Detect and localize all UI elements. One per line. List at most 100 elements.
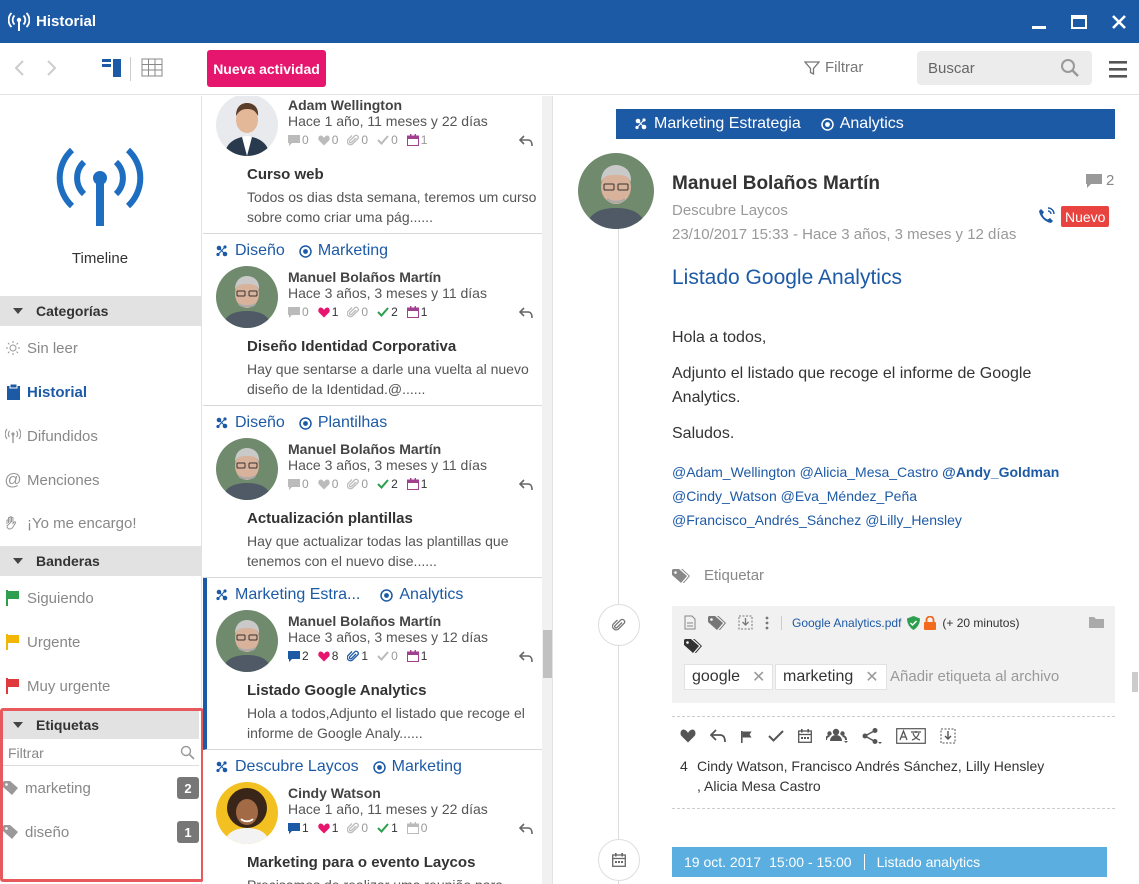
tag-item-diseno[interactable]: diseño 1: [3, 820, 199, 844]
avatar: [216, 782, 278, 844]
mentions-line[interactable]: @Francisco_Andrés_Sánchez @Lilly_Hensley: [672, 508, 1102, 532]
reply-icon[interactable]: [710, 729, 726, 743]
mentions-line[interactable]: @Cindy_Watson @Eva_Méndez_Peña: [672, 484, 1102, 508]
tag-icon: [3, 781, 19, 795]
reply-icon[interactable]: [518, 478, 533, 494]
list-view-icon[interactable]: [101, 57, 123, 82]
search-icon[interactable]: [1060, 58, 1080, 82]
flag-icon[interactable]: [740, 729, 754, 743]
categories-header[interactable]: Categorías: [0, 296, 202, 326]
shield-icon: [907, 615, 921, 630]
add-tag-input[interactable]: Añadir etiqueta al archivo: [890, 668, 1059, 685]
tags-filter-input[interactable]: [3, 744, 163, 761]
feed-scrollbar[interactable]: [542, 96, 553, 884]
divider: [672, 716, 1115, 717]
download-icon[interactable]: [940, 728, 956, 744]
category-icon: [215, 416, 229, 430]
collapse-icon: [13, 722, 23, 728]
remove-tag-icon[interactable]: ✕: [752, 667, 765, 687]
like-icon[interactable]: [680, 729, 696, 743]
comment-count[interactable]: 2: [1086, 172, 1114, 189]
close-button[interactable]: [1099, 0, 1139, 43]
reply-icon[interactable]: [518, 650, 533, 666]
tags-filter[interactable]: [3, 740, 199, 766]
remove-tag-icon[interactable]: ✕: [865, 667, 878, 687]
activity-feed: Adam Wellington Hace 1 año, 11 meses y 2…: [203, 96, 542, 884]
detail-scrollbar-thumb[interactable]: [1132, 672, 1138, 692]
sidebar-item-historial[interactable]: Historial: [0, 378, 202, 406]
sidebar-item-urgente[interactable]: Urgente: [0, 628, 202, 656]
folder-icon[interactable]: [1089, 615, 1104, 631]
author-avatar: [578, 153, 654, 229]
tags-header[interactable]: Etiquetas: [3, 711, 199, 739]
attachments-stat: 0: [347, 133, 368, 147]
new-activity-button[interactable]: Nueva actividad: [207, 50, 326, 87]
mentions-line[interactable]: @Adam_Wellington @Alicia_Mesa_Castro: [672, 464, 942, 480]
sidebar-item-yo-me-encargo[interactable]: ¡Yo me encargo!: [0, 509, 202, 537]
mention-bold[interactable]: @Andy_Goldman: [942, 464, 1059, 480]
feed-card[interactable]: Diseño Marketing Manuel Bolaños Martín H…: [203, 234, 542, 406]
new-badge: Nuevo: [1061, 206, 1110, 227]
translate-icon[interactable]: [896, 728, 926, 744]
tag-chip-google: google ✕: [684, 664, 774, 690]
sidebar-item-label: Historial: [27, 383, 88, 401]
users-icon[interactable]: [826, 728, 848, 744]
menu-icon[interactable]: [1109, 59, 1127, 82]
grid-view-icon[interactable]: [141, 58, 163, 81]
detail-company: Descubre Laycos: [672, 202, 788, 219]
reply-icon[interactable]: [518, 306, 533, 322]
tags-icon[interactable]: [708, 615, 726, 630]
post-time: Hace 1 año, 11 meses y 22 días: [288, 801, 488, 817]
event-bar[interactable]: 19 oct. 2017 15:00 - 15:00 Listado analy…: [672, 847, 1107, 877]
share-icon[interactable]: [862, 728, 882, 744]
target-icon: [299, 416, 312, 430]
more-vertical-icon[interactable]: [765, 616, 769, 630]
timeline-logo-icon: [56, 144, 144, 231]
feed-card[interactable]: Adam Wellington Hace 1 año, 11 meses y 2…: [203, 96, 542, 234]
search-icon[interactable]: [180, 745, 195, 763]
download-icon[interactable]: [738, 615, 753, 630]
sidebar-item-menciones[interactable]: @ Menciones: [0, 466, 202, 494]
funnel-icon: [804, 60, 820, 76]
post-time: Hace 3 años, 3 meses y 12 días: [288, 629, 488, 645]
tag-icon: [3, 825, 19, 839]
forward-icon[interactable]: [45, 59, 59, 80]
back-icon[interactable]: [12, 59, 26, 80]
flag-icon: [4, 634, 22, 650]
sidebar-item-siguiendo[interactable]: Siguiendo: [0, 584, 202, 612]
maximize-button[interactable]: [1059, 0, 1099, 43]
toolbar: Nueva actividad Filtrar: [0, 43, 1139, 95]
flags-header[interactable]: Banderas: [0, 546, 202, 576]
sidebar-item-muy-urgente[interactable]: Muy urgente: [0, 672, 202, 700]
feed-scrollbar-thumb[interactable]: [543, 630, 552, 678]
detail-category-banner: Marketing Estrategia Analytics: [616, 109, 1115, 139]
check-icon[interactable]: [768, 730, 784, 742]
sidebar-item-label: Siguiendo: [27, 589, 94, 607]
file-icon[interactable]: [684, 615, 696, 630]
reply-icon[interactable]: [518, 134, 533, 150]
filter-button[interactable]: Filtrar: [804, 59, 863, 76]
subcategory-label: Marketing: [391, 758, 462, 775]
feed-card[interactable]: Diseño Plantilhas Manuel Bolaños Martín …: [203, 406, 542, 578]
search-box[interactable]: [917, 51, 1092, 85]
tag-action[interactable]: Etiquetar: [672, 567, 764, 584]
tag-label: diseño: [25, 823, 70, 841]
author-name: Manuel Bolaños Martín: [288, 441, 442, 457]
sidebar-item-difundidos[interactable]: Difundidos: [0, 422, 202, 450]
likes-stat: 0: [317, 133, 338, 147]
sidebar-item-sin-leer[interactable]: Sin leer: [0, 334, 202, 362]
attachment-file-name[interactable]: Google Analytics.pdf: [792, 616, 901, 630]
calendar-icon[interactable]: [798, 729, 812, 743]
tag-item-marketing[interactable]: marketing 2: [3, 776, 199, 800]
search-input[interactable]: [928, 59, 1058, 77]
divider: [781, 615, 782, 630]
events-stat: 1: [406, 477, 427, 491]
feed-card-selected[interactable]: Marketing Estra... Analytics Manuel Bola…: [203, 578, 542, 750]
author-name: Manuel Bolaños Martín: [288, 613, 442, 629]
reply-icon[interactable]: [518, 822, 533, 838]
minimize-button[interactable]: [1019, 0, 1059, 43]
flag-icon: [4, 678, 22, 694]
body-paragraph: Saludos.: [672, 425, 735, 442]
event-title: Listado analytics: [876, 854, 981, 870]
feed-card[interactable]: Descubre Laycos Marketing Cindy Watson H…: [203, 750, 542, 884]
